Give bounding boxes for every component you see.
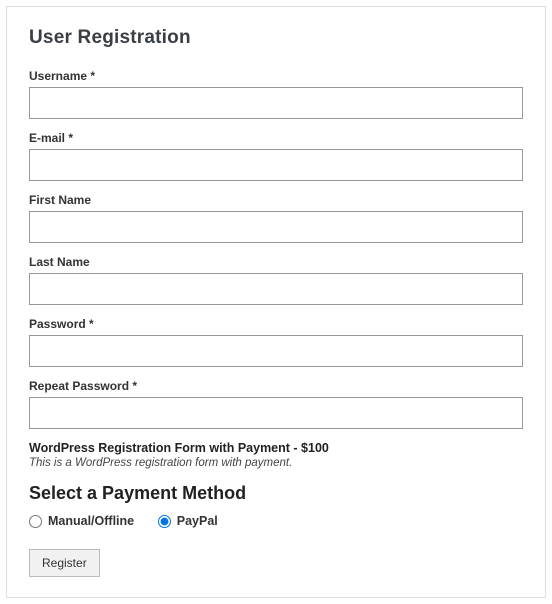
input-last-name[interactable] [29,273,523,305]
field-first-name: First Name [29,193,523,243]
field-last-name: Last Name [29,255,523,305]
product-description: This is a WordPress registration form wi… [29,457,523,469]
label-username: Username * [29,69,523,83]
product-line: WordPress Registration Form with Payment… [29,441,523,455]
input-username[interactable] [29,87,523,119]
registration-panel: User Registration Username * E-mail * Fi… [6,6,546,598]
field-password: Password * [29,317,523,367]
field-username: Username * [29,69,523,119]
radio-label-manual: Manual/Offline [48,514,134,528]
input-repeat-password[interactable] [29,397,523,429]
page-title: User Registration [29,27,523,49]
radio-manual-offline[interactable]: Manual/Offline [29,514,134,528]
input-email[interactable] [29,149,523,181]
label-password: Password * [29,317,523,331]
label-first-name: First Name [29,193,523,207]
radio-paypal[interactable]: PayPal [158,514,218,528]
payment-heading: Select a Payment Method [29,483,523,504]
payment-options: Manual/Offline PayPal [29,514,523,531]
label-email: E-mail * [29,131,523,145]
input-first-name[interactable] [29,211,523,243]
label-repeat-password: Repeat Password * [29,379,523,393]
radio-input-paypal[interactable] [158,515,171,528]
input-password[interactable] [29,335,523,367]
radio-input-manual[interactable] [29,515,42,528]
field-repeat-password: Repeat Password * [29,379,523,429]
register-button[interactable]: Register [29,549,100,577]
label-last-name: Last Name [29,255,523,269]
field-email: E-mail * [29,131,523,181]
radio-label-paypal: PayPal [177,514,218,528]
